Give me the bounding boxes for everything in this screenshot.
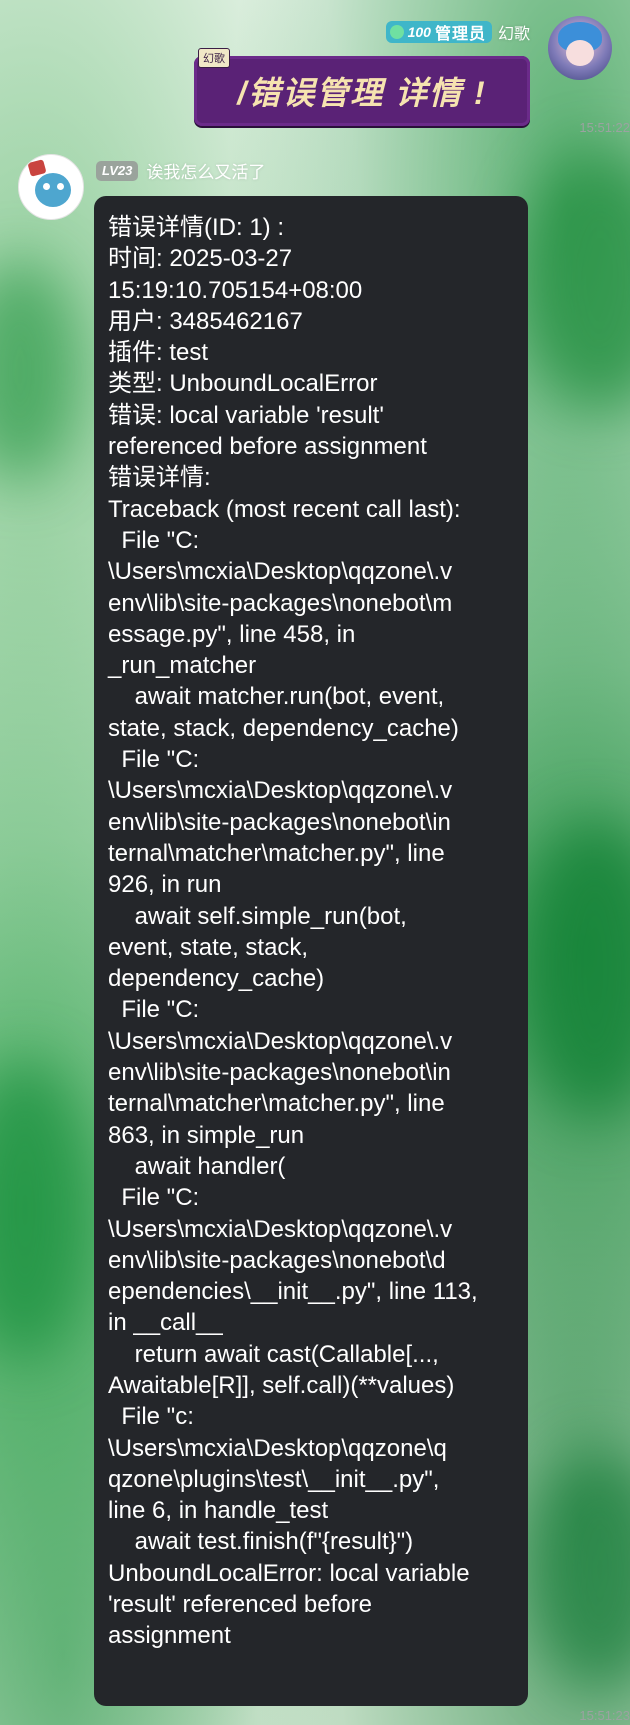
message-line: 错误详情(ID: 1) : — [108, 214, 285, 241]
message-line: 错误详情: — [108, 464, 211, 492]
background-blob — [0, 260, 80, 480]
message-line: state, stack, dependency_cache) — [108, 714, 459, 742]
sender-name-row: 100 管理员 幻歌 — [385, 20, 530, 44]
message-line: ependencies\__init__.py", line 113, — [108, 1278, 478, 1306]
message-line: File "c: — [108, 1403, 194, 1431]
message-line: \Users\mcxia\Desktop\qqzone\.v — [108, 1215, 453, 1243]
background-blob — [520, 150, 630, 410]
sticker-text: /错误管理 详情 ! — [237, 75, 487, 111]
message-line: \Users\mcxia\Desktop\qqzone\.v — [108, 777, 453, 805]
message-line: UnboundLocalError: local variable — [108, 1559, 470, 1587]
message-line: File "C: — [108, 746, 200, 774]
message-line: 863, in simple_run — [108, 1121, 305, 1149]
message-line: _run_matcher — [108, 652, 257, 680]
message-line: in __call__ — [108, 1309, 223, 1337]
message-line: File "C: — [108, 996, 200, 1024]
message-line: ternal\matcher\matcher.py", line — [108, 1090, 445, 1118]
sticker-tag: 幻歌 — [198, 48, 230, 68]
message-line: await handler( — [108, 1152, 286, 1180]
sender-level-badge: 100 管理员 — [385, 21, 492, 43]
message-line: File "C: — [108, 1184, 200, 1212]
message-line: 926, in run — [108, 871, 222, 899]
message-line: 类型: UnboundLocalError — [108, 370, 378, 398]
background-blob — [0, 1060, 90, 1360]
message-line: return await cast(Callable[..., — [108, 1340, 439, 1368]
message-line: event, state, stack, — [108, 933, 309, 961]
message-line: essage.py", line 458, in — [108, 620, 356, 648]
message-line: Traceback (most recent call last): — [108, 495, 461, 523]
level-icon — [389, 25, 404, 39]
bot-level-badge: LV23 — [96, 160, 139, 181]
message-line: 错误: local variable 'result' — [108, 401, 384, 429]
background-blob — [520, 820, 630, 1120]
bot-avatar[interactable] — [18, 154, 84, 220]
sender-role: 管理员 — [434, 26, 486, 43]
message-line: qzone\plugins\test\__init__.py", — [108, 1465, 440, 1493]
message-line: env\lib\site-packages\nonebot\d — [108, 1246, 446, 1274]
message-line: await matcher.run(bot, event, — [108, 683, 445, 711]
bot-name[interactable]: 诶我怎么又活了 — [146, 158, 265, 183]
avatar-body — [35, 173, 71, 207]
message-line: env\lib\site-packages\nonebot\in — [108, 1059, 451, 1087]
avatar-face — [566, 40, 594, 66]
message-line: 用户: 3485462167 — [108, 307, 303, 335]
message-line: \Users\mcxia\Desktop\qqzone\.v — [108, 1027, 453, 1055]
message-line: 插件: test — [108, 339, 209, 367]
message-line: File "C: — [108, 526, 200, 554]
avatar-eye — [57, 183, 64, 190]
message-line: env\lib\site-packages\nonebot\m — [108, 589, 453, 617]
avatar-eye — [43, 183, 50, 190]
message-timestamp: 15:51:22 — [579, 120, 630, 135]
message-line: referenced before assignment — [108, 433, 427, 461]
message-line: await test.finish(f"{result}") — [108, 1528, 414, 1556]
sender-name[interactable]: 幻歌 — [498, 20, 530, 44]
message-line: 'result' referenced before — [108, 1591, 372, 1619]
message-line: ternal\matcher\matcher.py", line — [108, 839, 445, 867]
sender-avatar[interactable] — [548, 16, 612, 80]
message-timestamp: 15:51:23 — [579, 1708, 630, 1723]
message-line: env\lib\site-packages\nonebot\in — [108, 808, 451, 836]
message-line: dependency_cache) — [108, 965, 325, 993]
background-blob — [530, 1450, 630, 1690]
message-line: await self.simple_run(bot, — [108, 902, 407, 930]
error-detail-bubble[interactable]: 错误详情(ID: 1) : 时间: 2025-03-27 15:19:10.7051… — [94, 196, 528, 1706]
sender-level: 100 — [407, 24, 431, 40]
message-line: \Users\mcxia\Desktop\qqzone\q — [108, 1434, 447, 1462]
message-line: 15:19:10.705154+08:00 — [108, 276, 363, 304]
message-line: assignment — [108, 1622, 231, 1650]
command-sticker[interactable]: 幻歌 /错误管理 详情 ! — [194, 48, 530, 126]
message-line: Awaitable[R]], self.call)(**values) — [108, 1371, 455, 1399]
message-line: \Users\mcxia\Desktop\qqzone\.v — [108, 558, 453, 586]
message-line: line 6, in handle_test — [108, 1497, 329, 1525]
outgoing-message: 100 管理员 幻歌 幻歌 /错误管理 详情 ! — [192, 14, 612, 126]
error-detail-text: 错误详情(ID: 1) : 时间: 2025-03-27 15:19:10.7051… — [108, 212, 514, 1652]
message-line: 时间: 2025-03-27 — [108, 245, 293, 273]
bot-name-row: LV23 诶我怎么又活了 — [96, 158, 265, 183]
